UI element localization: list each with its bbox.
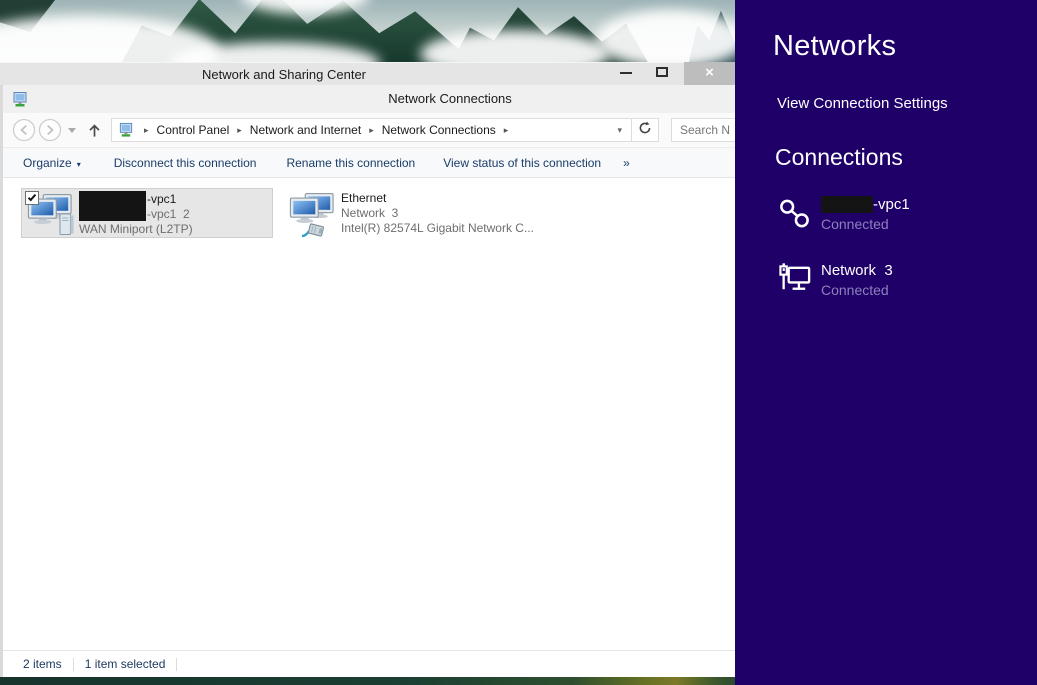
networks-panel: Networks View Connection Settings Connec… xyxy=(735,0,1037,685)
selection-count: 1 item selected xyxy=(85,657,166,671)
panel-connection-name: Network 3 xyxy=(821,262,893,279)
panel-connection-status: Connected xyxy=(821,216,910,232)
connection-tile-vpn[interactable]: -vpc1 -vpc1 2 WAN Miniport (L2TP) xyxy=(21,188,273,238)
address-dropdown-icon[interactable]: ▾ xyxy=(608,125,631,136)
panel-connection-vpn[interactable]: -vpc1 Connected xyxy=(777,194,1017,236)
wired-network-icon xyxy=(777,262,814,297)
organize-button[interactable]: Organize▾ xyxy=(23,156,81,170)
breadcrumb-item-control-panel[interactable]: Control Panel xyxy=(154,123,233,137)
rename-connection-button[interactable]: Rename this connection xyxy=(286,156,415,170)
breadcrumb-item-network-and-internet[interactable]: Network and Internet xyxy=(247,123,364,137)
network3-text: Network 3 Connected xyxy=(821,260,893,302)
up-button[interactable] xyxy=(86,122,103,139)
recent-pages-dropdown-icon[interactable] xyxy=(68,128,76,133)
navigation-bar: ▸ Control Panel ▸ Network and Internet ▸… xyxy=(3,113,735,148)
redaction-box xyxy=(821,196,873,213)
window-titlebar[interactable]: Network Connections xyxy=(3,85,735,113)
view-connection-settings-link[interactable]: View Connection Settings xyxy=(777,95,948,112)
breadcrumb-location-icon xyxy=(118,122,134,138)
more-commands-icon[interactable]: » xyxy=(623,156,630,170)
refresh-button[interactable] xyxy=(632,121,658,140)
panel-title: Networks xyxy=(773,30,896,63)
screen: Network and Sharing Center × Network Con… xyxy=(0,0,1037,685)
minimize-button[interactable] xyxy=(620,72,632,74)
panel-connection-name: -vpc1 xyxy=(873,196,910,213)
vpn-icon xyxy=(777,196,812,231)
redaction-box xyxy=(79,191,146,221)
selection-checkbox[interactable] xyxy=(25,191,39,205)
disconnect-connection-button[interactable]: Disconnect this connection xyxy=(114,156,257,170)
file-list-area: -vpc1 -vpc1 2 WAN Miniport (L2TP) xyxy=(3,178,735,650)
breadcrumb[interactable]: ▸ Control Panel ▸ Network and Internet ▸… xyxy=(111,118,659,142)
connection-icon-zone xyxy=(284,188,341,238)
checkmark-icon xyxy=(28,193,36,202)
back-button[interactable] xyxy=(12,118,36,142)
maximize-button[interactable] xyxy=(656,67,668,77)
panel-connection-status: Connected xyxy=(821,282,893,298)
window-title: Network Connections xyxy=(388,85,512,113)
item-count: 2 items xyxy=(23,657,62,671)
command-toolbar: Organize▾ Disconnect this connection Ren… xyxy=(3,148,735,178)
panel-connection-network3[interactable]: Network 3 Connected xyxy=(777,260,1017,302)
connection-detail: Network 3 xyxy=(341,206,538,221)
organize-dropdown-icon: ▾ xyxy=(77,160,81,169)
connection-device: WAN Miniport (L2TP) xyxy=(79,222,272,237)
breadcrumb-separator-icon[interactable]: ▸ xyxy=(499,125,514,136)
search-input[interactable] xyxy=(671,118,735,142)
connection-tile-ethernet[interactable]: Ethernet Network 3 Intel(R) 82574L Gigab… xyxy=(284,188,538,238)
connection-text: -vpc1 -vpc1 2 WAN Miniport (L2TP) xyxy=(79,189,272,237)
breadcrumb-separator-icon[interactable]: ▸ xyxy=(232,125,247,136)
wired-network-icon-cell xyxy=(777,260,821,302)
view-status-button[interactable]: View status of this connection xyxy=(443,156,601,170)
forward-button[interactable] xyxy=(38,118,62,142)
connection-icon-zone xyxy=(22,189,79,237)
background-window-title: Network and Sharing Center xyxy=(202,63,366,86)
breadcrumb-item-network-connections[interactable]: Network Connections xyxy=(379,123,499,137)
vpn-text: -vpc1 Connected xyxy=(821,194,910,236)
connection-text: Ethernet Network 3 Intel(R) 82574L Gigab… xyxy=(341,188,538,238)
wallpaper-cloud xyxy=(596,10,746,68)
wallpaper-ground xyxy=(0,676,735,685)
network-connections-window: Network Connections xyxy=(0,85,735,677)
statusbar-separator xyxy=(176,658,177,671)
server-icon xyxy=(59,213,75,236)
refresh-icon xyxy=(638,121,652,135)
breadcrumb-separator-icon[interactable]: ▸ xyxy=(364,125,379,136)
statusbar-separator xyxy=(73,658,74,671)
ethernet-plug-icon xyxy=(301,223,327,238)
connections-section-title: Connections xyxy=(775,144,903,171)
breadcrumb-separator-icon[interactable]: ▸ xyxy=(139,125,154,136)
status-bar: 2 items 1 item selected xyxy=(3,650,735,677)
connection-device: Intel(R) 82574L Gigabit Network C... xyxy=(341,221,538,236)
vpn-icon-cell xyxy=(777,194,821,236)
close-button[interactable]: × xyxy=(684,62,735,85)
connection-name: Ethernet xyxy=(341,191,538,206)
network-connections-icon xyxy=(12,91,28,108)
